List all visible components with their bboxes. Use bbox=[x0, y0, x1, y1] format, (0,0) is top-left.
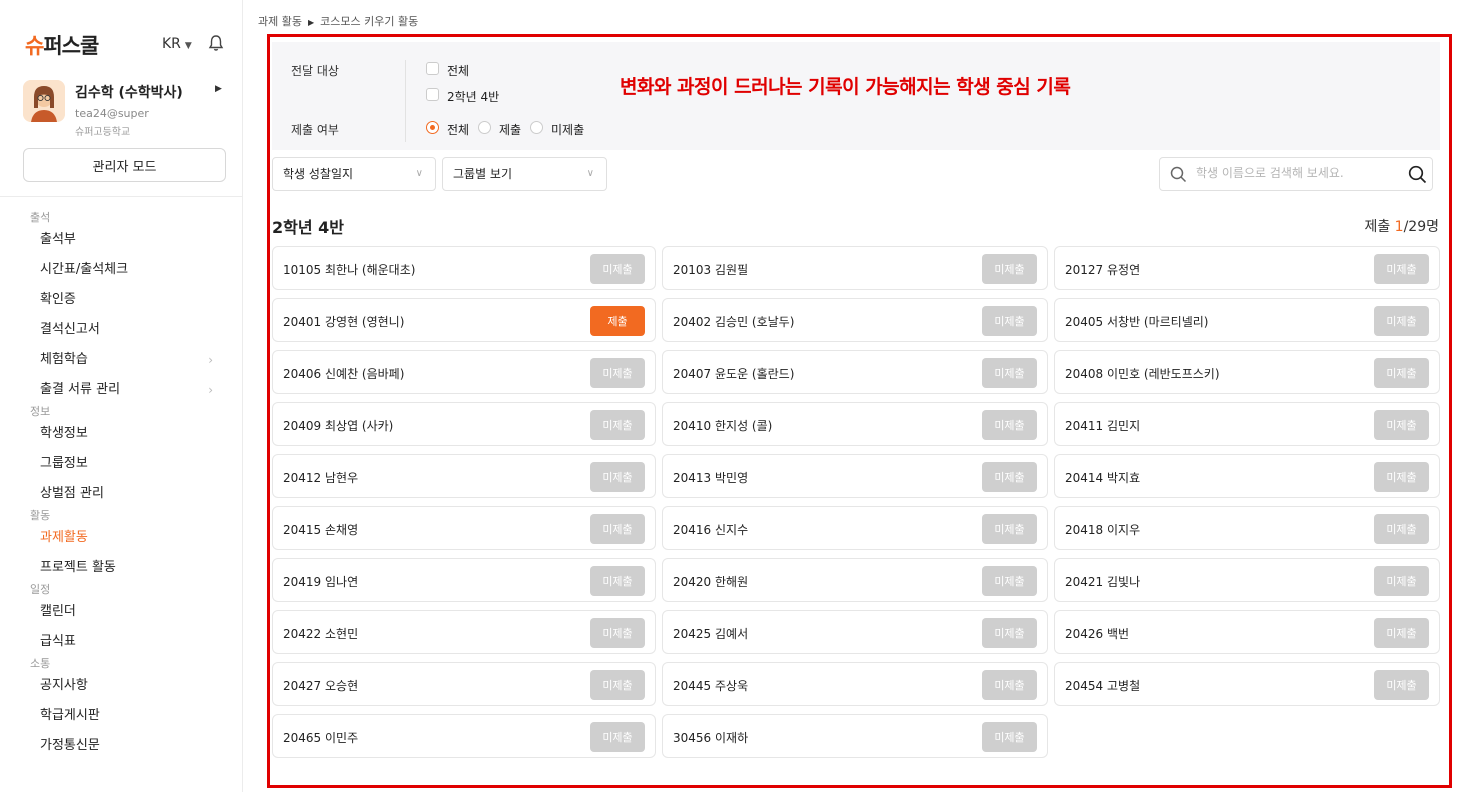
breadcrumb-item[interactable]: 과제 활동 bbox=[258, 15, 302, 28]
sidebar-item[interactable]: 출결 서류 관리 › bbox=[0, 375, 243, 405]
nav-section-title: 일정 bbox=[30, 583, 51, 596]
sidebar-item-label: 확인증 bbox=[40, 292, 76, 307]
sidebar-item[interactable]: 결석신고서 bbox=[0, 315, 243, 345]
sidebar-item-label: 학생정보 bbox=[40, 426, 88, 441]
sidebar-item-label: 시간표/출석체크 bbox=[40, 262, 129, 277]
sidebar-item[interactable]: 출석부 bbox=[0, 225, 243, 255]
language-selector[interactable]: KR ▼ bbox=[162, 36, 192, 52]
sidebar-item-label: 출결 서류 관리 bbox=[40, 382, 121, 397]
admin-mode-button[interactable]: 관리자 모드 bbox=[23, 148, 226, 182]
sidebar-item-label: 그룹정보 bbox=[40, 456, 88, 471]
breadcrumb: 과제 활동 ▶ 코스모스 키우기 활동 bbox=[258, 13, 418, 29]
caret-right-icon[interactable]: ▶ bbox=[215, 84, 222, 94]
sidebar-item[interactable]: 캘린더 bbox=[0, 597, 243, 627]
sidebar-item[interactable]: 학급게시판 bbox=[0, 701, 243, 731]
sidebar-item[interactable]: 급식표 bbox=[0, 627, 243, 657]
sidebar-item-label: 출석부 bbox=[40, 232, 76, 247]
avatar bbox=[23, 80, 65, 122]
sidebar-nav: 출석출석부시간표/출석체크확인증결석신고서체험학습 › 출결 서류 관리 › 정보학생정… bbox=[0, 211, 243, 761]
caret-down-icon: ▼ bbox=[184, 41, 192, 51]
sidebar-item-label: 학급게시판 bbox=[40, 708, 100, 723]
chevron-right-icon: › bbox=[208, 353, 213, 367]
sidebar-item-label: 결석신고서 bbox=[40, 322, 100, 337]
sidebar-item-label: 가정통신문 bbox=[40, 738, 100, 753]
sidebar-item-label: 캘린더 bbox=[40, 604, 76, 619]
sidebar-item-label: 급식표 bbox=[40, 634, 76, 649]
sidebar-item[interactable]: 확인증 bbox=[0, 285, 243, 315]
sidebar-item-label: 공지사항 bbox=[40, 678, 88, 693]
sidebar-item[interactable]: 그룹정보 bbox=[0, 449, 243, 479]
app-logo[interactable]: 슈퍼스쿨 bbox=[25, 30, 99, 60]
sidebar-item-label: 상벌점 관리 bbox=[40, 486, 104, 501]
sidebar-item-label: 과제활동 bbox=[40, 530, 88, 545]
sidebar-item-label: 프로젝트 활동 bbox=[40, 560, 116, 575]
sidebar-item[interactable]: 공지사항 bbox=[0, 671, 243, 701]
sidebar: 슈퍼스쿨 KR ▼ 김수학 (수학박사) ▶ tea24@super 슈퍼고등학교… bbox=[0, 0, 243, 792]
sidebar-divider bbox=[0, 196, 243, 197]
logo-accent: 슈 bbox=[25, 34, 44, 58]
nav-section-title: 활동 bbox=[30, 509, 51, 522]
sidebar-item-label: 체험학습 bbox=[40, 352, 88, 367]
sidebar-item[interactable]: 가정통신문 bbox=[0, 731, 243, 761]
caret-right-icon: ▶ bbox=[307, 18, 315, 27]
nav-section-title: 정보 bbox=[30, 405, 51, 418]
sidebar-item[interactable]: 프로젝트 활동 bbox=[0, 553, 243, 583]
chevron-right-icon: › bbox=[208, 383, 213, 397]
sidebar-item[interactable]: 시간표/출석체크 bbox=[0, 255, 243, 285]
breadcrumb-current: 코스모스 키우기 활동 bbox=[320, 15, 419, 28]
sidebar-item[interactable]: 상벌점 관리 bbox=[0, 479, 243, 509]
user-id: tea24@super bbox=[75, 107, 149, 120]
sidebar-item[interactable]: 학생정보 bbox=[0, 419, 243, 449]
sidebar-item[interactable]: 체험학습 › bbox=[0, 345, 243, 375]
nav-section-title: 소통 bbox=[30, 657, 51, 670]
user-school: 슈퍼고등학교 bbox=[75, 127, 131, 138]
logo-text: 퍼스쿨 bbox=[43, 34, 99, 58]
bell-icon[interactable] bbox=[207, 34, 225, 52]
language-label: KR bbox=[162, 36, 181, 52]
sidebar-item[interactable]: 과제활동 bbox=[0, 523, 243, 553]
annotation-frame bbox=[267, 34, 1452, 788]
nav-section-title: 출석 bbox=[30, 211, 51, 224]
user-name[interactable]: 김수학 (수학박사) bbox=[75, 82, 183, 102]
